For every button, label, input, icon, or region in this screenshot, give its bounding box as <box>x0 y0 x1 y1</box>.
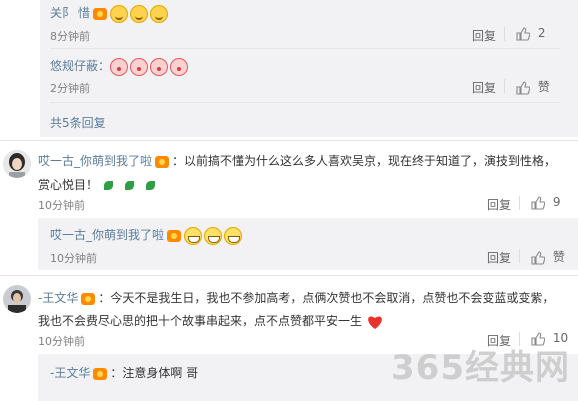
smile-emoji-icon <box>109 4 128 23</box>
leaf-emoji-icon <box>125 181 135 190</box>
timestamp: 10分钟前 <box>38 335 85 348</box>
site-watermark: 365经典网 <box>391 348 570 388</box>
more-replies-link[interactable]: 共5条回复 <box>50 114 106 131</box>
divider <box>504 27 505 41</box>
kiss-emoji-icon <box>170 57 189 76</box>
reply-button[interactable]: 回复 <box>487 196 511 213</box>
reply-button[interactable]: 回复 <box>472 79 496 96</box>
thumbs-up-icon <box>531 195 545 210</box>
smile-emoji-icon <box>149 4 168 23</box>
like-count: 9 <box>552 195 561 209</box>
sub-reply-3: 哎一古_你萌到我了啦 <box>50 226 244 245</box>
heart-emoji-icon <box>368 315 382 329</box>
kiss-emoji-icon <box>150 57 169 76</box>
member-badge-icon <box>155 155 170 168</box>
leaf-emoji-icon <box>146 181 156 190</box>
divider <box>504 79 505 93</box>
smile-emoji-icon <box>129 4 148 23</box>
divider <box>519 249 520 263</box>
grin-emoji-icon <box>204 226 223 245</box>
like-count: 赞 <box>537 80 550 94</box>
divider <box>519 196 520 210</box>
timestamp: 8分钟前 <box>50 30 90 43</box>
sub-reply-4: -王文华 ：注意身体啊 哥 <box>50 364 198 381</box>
like-button[interactable]: 赞 <box>516 78 550 95</box>
member-badge-icon <box>92 7 107 20</box>
grin-emoji-icon <box>224 226 243 245</box>
comment-text: ：以前搞不懂为什么这么多人喜欢吴京，现在终于知道了，演技到性格， <box>172 154 557 168</box>
timestamp: 2分钟前 <box>50 82 90 95</box>
avatar[interactable] <box>3 285 31 313</box>
member-badge-icon <box>81 292 96 305</box>
divider <box>50 102 560 103</box>
like-button[interactable]: 2 <box>516 26 545 41</box>
username[interactable]: -王文华 <box>38 291 78 305</box>
username[interactable]: -王文华 <box>50 366 90 380</box>
like-button[interactable]: 赞 <box>531 248 565 265</box>
comment-text: ：今天不是我生日，我也不参加高考，点俩次赞也不会取消，点赞也不会变蓝或变紫， <box>98 291 555 305</box>
comment-text-line-1: 哎一古_你萌到我了啦 ：以前搞不懂为什么这么多人喜欢吴京，现在终于知道了，演技到性… <box>38 152 576 169</box>
comment-text: 赏心悦目！ <box>38 178 99 192</box>
comment-text: ：注意身体啊 哥 <box>110 366 199 380</box>
sub-reply-2: 悠规仔蔽： <box>50 57 190 76</box>
divider <box>0 275 578 276</box>
reply-button[interactable]: 回复 <box>487 249 511 266</box>
like-count: 赞 <box>552 250 565 264</box>
thumbs-up-icon <box>531 250 545 265</box>
member-badge-icon <box>93 367 108 380</box>
kiss-emoji-icon <box>110 57 129 76</box>
like-count: 2 <box>537 26 546 40</box>
username[interactable]: 关阝 惜 <box>50 6 90 20</box>
comment-text-line-2: 赏心悦目！ <box>38 176 161 193</box>
username[interactable]: 哎一古_你萌到我了啦 <box>50 228 164 242</box>
kiss-emoji-icon <box>130 57 149 76</box>
reply-button[interactable]: 回复 <box>472 27 496 44</box>
username[interactable]: 悠规仔蔽： <box>50 59 110 73</box>
divider <box>50 48 560 49</box>
avatar[interactable] <box>3 150 31 178</box>
leaf-emoji-icon <box>104 181 114 190</box>
comment-text: 我也不会费尽心思的把十个故事串起来，点不点赞都平安一生 <box>38 314 363 328</box>
grin-emoji-icon <box>184 226 203 245</box>
thumbs-up-icon <box>516 80 530 95</box>
username[interactable]: 哎一古_你萌到我了啦 <box>38 154 152 168</box>
divider <box>0 140 578 141</box>
thumbs-up-icon <box>516 26 530 41</box>
member-badge-icon <box>167 229 182 242</box>
avatar-photo-icon <box>3 150 31 178</box>
like-button[interactable]: 9 <box>531 195 560 210</box>
avatar-photo-icon <box>3 285 31 313</box>
comment-text-line-1: -王文华 ：今天不是我生日，我也不参加高考，点俩次赞也不会取消，点赞也不会变蓝或变… <box>38 289 576 306</box>
comment-text-line-2: 我也不会费尽心思的把十个故事串起来，点不点赞都平安一生 <box>38 312 384 330</box>
sub-reply-1: 关阝 惜 <box>50 4 170 23</box>
timestamp: 10分钟前 <box>50 252 97 265</box>
timestamp: 10分钟前 <box>38 199 85 212</box>
